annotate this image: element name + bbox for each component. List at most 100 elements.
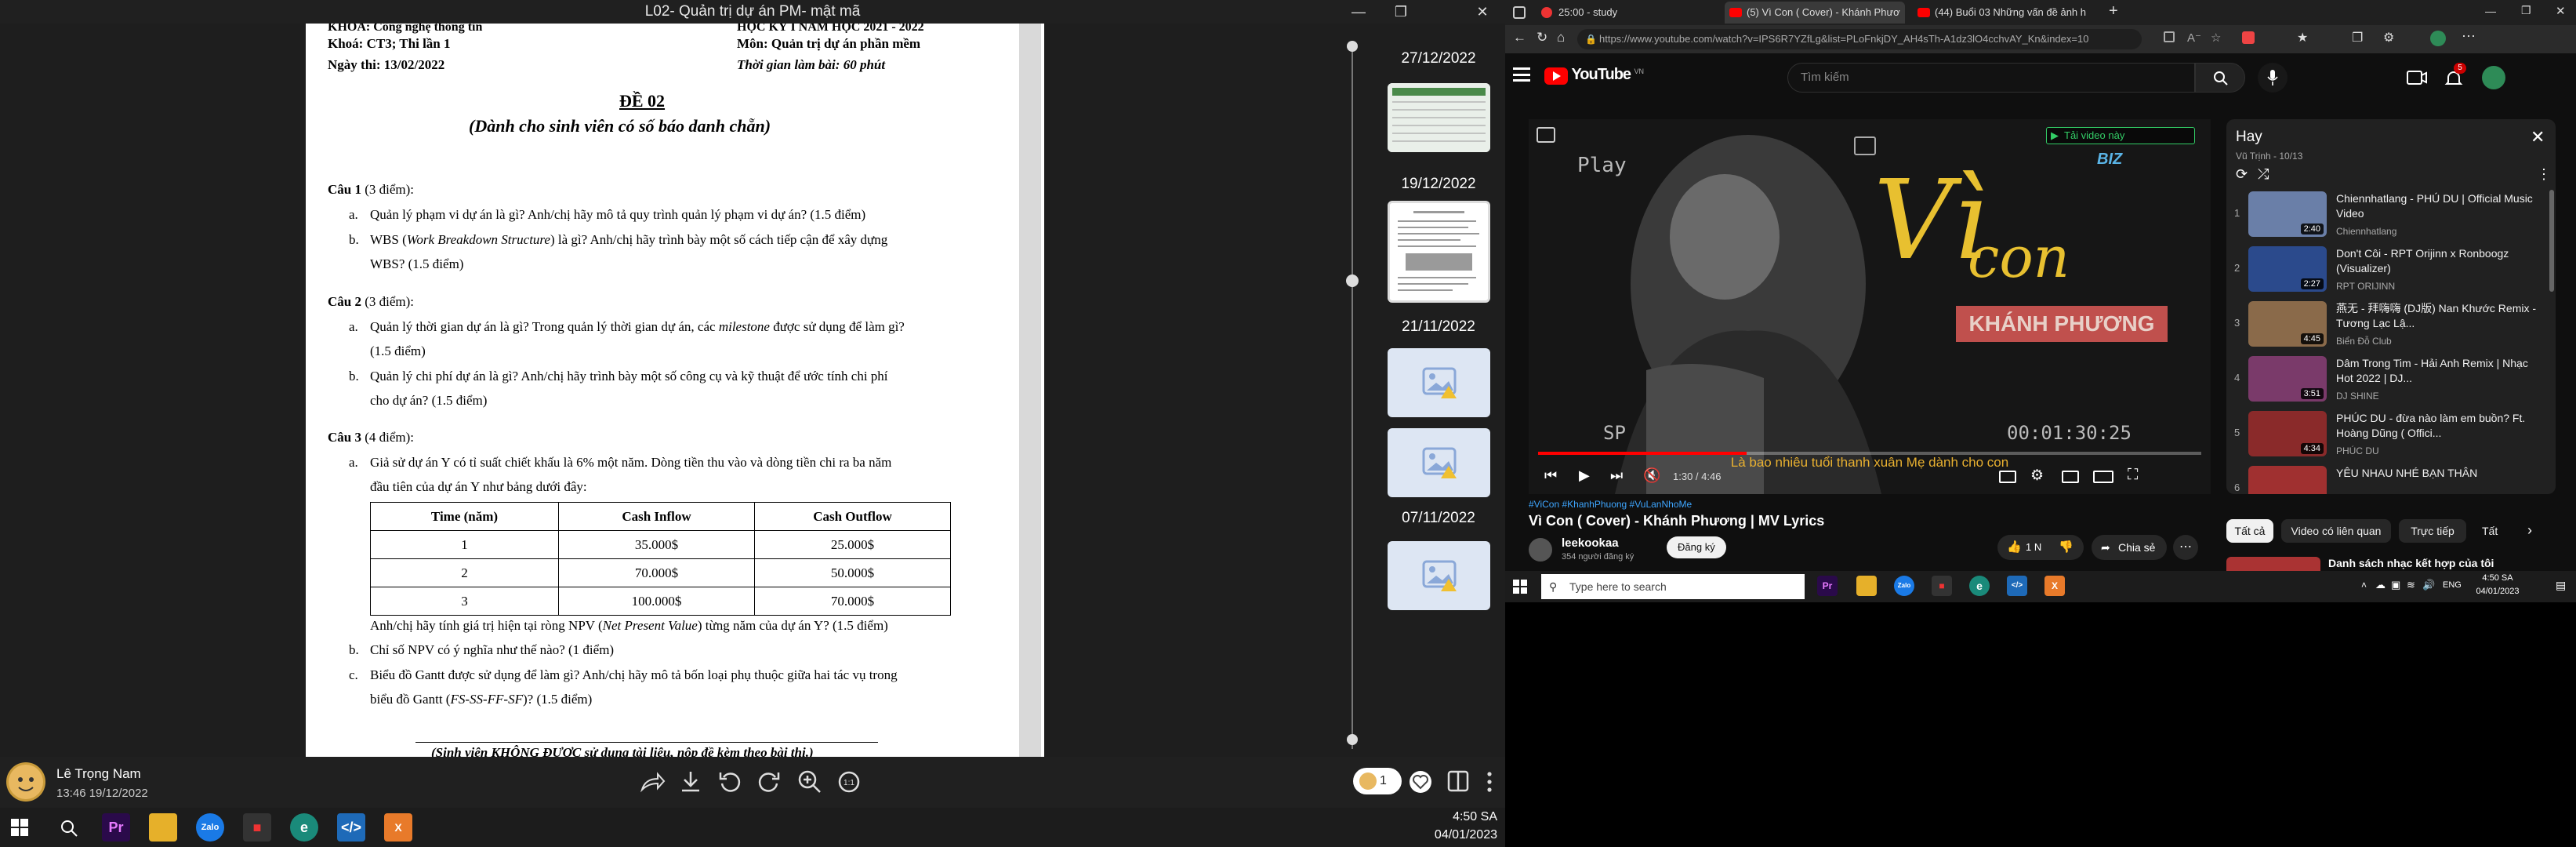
zoom-in-icon[interactable] [797,769,822,794]
close-icon[interactable]: ✕ [2556,4,2566,18]
search-button[interactable] [2195,63,2245,93]
timeline-position-dot[interactable] [1346,274,1359,287]
share-button[interactable]: ➦ Chia sẻ [2092,535,2167,560]
rotate-right-icon[interactable] [756,769,782,794]
collections-icon[interactable]: ❐ [2352,30,2363,45]
avatar[interactable] [2482,66,2505,89]
fullscreen-icon[interactable]: ⛶ [2128,467,2138,484]
language-indicator[interactable]: ENG [2443,580,2462,590]
download-icon[interactable] [679,769,702,794]
playlist-item[interactable]: 6 YÊU NHAU NHÉ BẠN THÂN [2226,463,2556,494]
refresh-icon[interactable]: ↻ [1537,30,1547,45]
more-options-icon[interactable] [1482,769,1497,794]
create-video-icon[interactable] [2407,69,2427,86]
app-icon[interactable]: ■ [1932,576,1952,596]
cloud-icon[interactable]: ☁ [2375,579,2386,591]
taskbar-search-input[interactable]: ⚲ Type here to search [1541,574,1805,599]
home-icon[interactable]: ⌂ [1557,30,1565,45]
workspaces-icon[interactable] [1513,6,1526,19]
next-icon[interactable]: ⏭ [1610,467,1623,484]
edge-browser-icon[interactable]: e [290,813,318,842]
timeline-marker[interactable] [1347,734,1358,745]
restore-icon[interactable]: ❐ [1383,0,1419,24]
subtitles-icon[interactable] [1999,471,2016,483]
restore-icon[interactable]: ❐ [2521,4,2531,17]
premiere-icon[interactable]: Pr [1817,576,1838,596]
search-icon[interactable] [60,819,78,838]
hashtags[interactable]: #ViCon #KhanhPhuong #VuLanNhoMe [1529,499,1692,510]
miniplayer-icon[interactable] [2062,471,2079,483]
notifications-icon[interactable]: ▤ [2556,579,2566,592]
like-icon[interactable]: 👍 [2007,540,2022,554]
show-hidden-icons-icon[interactable]: ˄ [2361,580,2367,591]
wifi-icon[interactable]: ≋ [2407,579,2415,591]
loop-icon[interactable]: ⟳ [2236,166,2248,183]
youtube-logo[interactable]: YouTube VN [1544,66,1644,89]
progress-bar[interactable] [1538,452,2201,455]
photo-thumbnail-selected[interactable] [1388,201,1490,303]
subscribe-button[interactable]: Đăng ký [1667,536,1726,558]
rotate-left-icon[interactable] [717,769,742,794]
windows-start-icon[interactable] [1513,580,1527,594]
vscode-icon[interactable]: </> [337,813,365,842]
actual-size-icon[interactable]: 1:1 [836,769,862,794]
photo-thumbnail[interactable] [1388,83,1490,152]
cast-icon[interactable] [1854,136,1876,155]
playlist-item[interactable]: 1 2:40 Chiennhatlang - PHÚ DU | Official M… [2226,188,2556,243]
new-tab-icon[interactable]: + [2109,2,2118,20]
more-actions-icon[interactable]: ⋯ [2173,535,2198,560]
more-options-icon[interactable]: ⋮ [2537,166,2551,183]
more-options-icon[interactable]: ⋯ [2462,28,2476,45]
avatar[interactable] [6,762,45,802]
file-explorer-icon[interactable] [149,813,177,842]
photo-thumbnail-placeholder[interactable] [1388,541,1490,610]
photo-thumbnail-placeholder[interactable] [1388,348,1490,417]
hamburger-menu-icon[interactable] [1513,67,1530,82]
split-view-icon[interactable] [1446,769,1470,793]
search-input[interactable]: Tìm kiếm [1787,63,2195,93]
previous-icon[interactable]: ⏮ [1544,467,1557,484]
download-video-button[interactable]: ▶ Tải video này [2046,127,2195,144]
edge-browser-icon[interactable]: e [1969,576,1990,596]
app-icon[interactable]: ■ [243,813,271,842]
tab-youtube-vi-con[interactable]: (5) Vì Con ( Cover) - Khánh Phươ [1725,2,1905,24]
chip-all[interactable]: Tất cả [2226,519,2273,543]
playlist-item[interactable]: 4 3:51 Dâm Trong Tim - Hải Anh Remix | Nhạ… [2226,353,2556,408]
playlist-item[interactable]: 3 4:45 燕无 - 拜嗨嗨 (DJ版) Nan Khước Remix - Tư… [2226,298,2556,353]
play-icon[interactable]: ▶ [1579,467,1590,484]
xampp-icon[interactable]: X [384,813,412,842]
back-icon[interactable]: ← [1513,30,1526,45]
channel-avatar[interactable] [1529,538,1552,562]
chevron-right-icon[interactable]: › [2527,522,2532,539]
volume-muted-icon[interactable]: 🔇 [1643,467,1660,484]
windows-start-icon[interactable] [11,819,28,836]
volume-icon[interactable]: 🔊 [2422,579,2435,591]
timeline-marker[interactable] [1347,41,1358,52]
chip-partial[interactable]: Tất [2474,519,2513,543]
channel-name[interactable]: leekookaa [1562,536,1619,550]
url-field[interactable]: 🔒 https://www.youtube.com/watch?v=IPS6R7… [1577,29,2142,49]
recommendation-item[interactable]: Danh sách nhạc kết hợp của tôi [2226,555,2556,571]
tab-study[interactable]: 25:00 - study [1537,2,1717,24]
shuffle-icon[interactable]: ⤮ [2258,166,2269,183]
tab-youtube-buoi-03[interactable]: (44) Buổi 03 Những vấn đề ảnh h [1913,2,2093,24]
xampp-icon[interactable]: X [2044,576,2065,596]
close-icon[interactable]: ✕ [1464,0,1500,24]
settings-gear-icon[interactable]: ⚙ [2030,467,2044,485]
people-button[interactable]: 1 [1353,768,1402,794]
share-icon[interactable] [639,771,666,794]
photo-thumbnail-placeholder[interactable] [1388,428,1490,497]
video-player[interactable]: ▶ Tải video này BIZ Play Vì con KHÁNH PH… [1529,119,2211,494]
zalo-icon[interactable]: Zalo [1894,576,1914,596]
theater-mode-icon[interactable] [2093,471,2113,483]
chip-related[interactable]: Video có liên quan [2281,519,2391,543]
playlist-item[interactable]: 2 2:27 Don't Côi - RPT Orijinn x Ronboogz … [2226,243,2556,298]
favorites-icon[interactable]: ★ [2297,30,2308,45]
minimize-icon[interactable]: — [2485,5,2496,17]
profile-avatar[interactable] [2430,31,2446,46]
vscode-icon[interactable]: </> [2007,576,2027,596]
playlist-item[interactable]: 5 4:34 PHÚC DU - đừa nào làm em buồn? Ft. … [2226,408,2556,463]
app-available-icon[interactable] [2164,31,2175,42]
minimize-icon[interactable]: — [1341,0,1377,24]
miniplayer-icon[interactable] [1537,127,1555,143]
